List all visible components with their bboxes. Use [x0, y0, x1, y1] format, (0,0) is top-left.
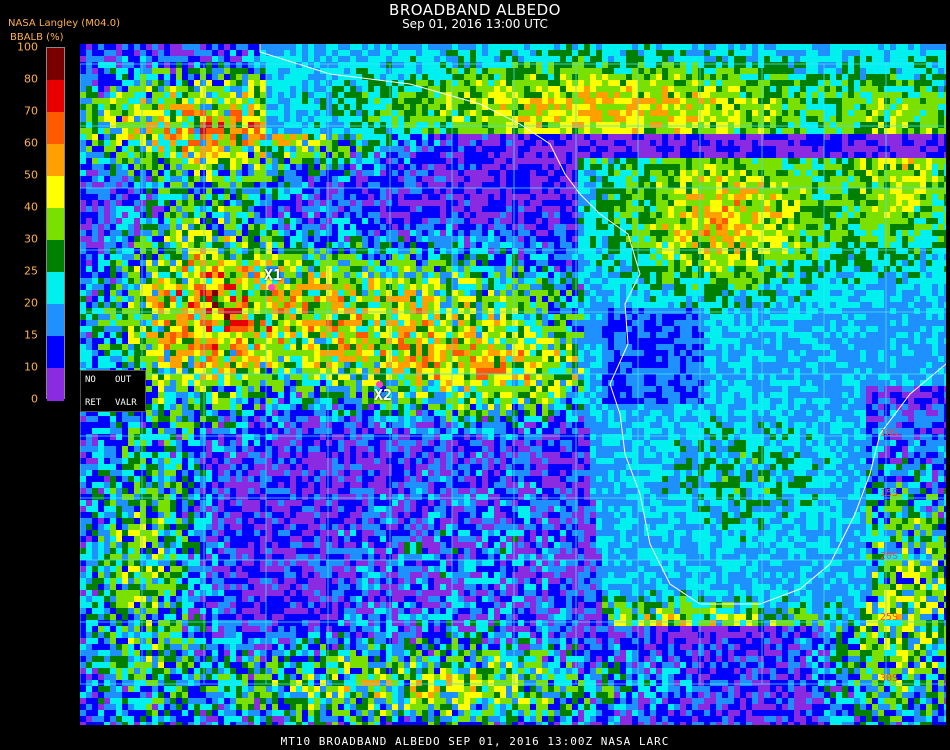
- marker-x2-label: X2: [374, 386, 393, 404]
- legend-color-50-60: [47, 144, 64, 177]
- lat-label-20S: 20S: [880, 551, 898, 562]
- marker-x1-label: X1: [264, 266, 283, 284]
- lat-label-30S: 30S: [880, 673, 898, 684]
- legend-tick-40: 40: [24, 200, 38, 214]
- legend-tick-10: 10: [24, 360, 38, 374]
- legend-tick-25: 25: [24, 264, 38, 278]
- footer-caption: MT10 BROADBAND ALBEDO SEP 01, 2016 13:00…: [280, 735, 670, 748]
- albedo-map: 10S 15S 20S 25S 30S: [80, 44, 946, 725]
- out-of-range-label-top: OUT: [115, 375, 132, 385]
- legend-tick-70: 70: [24, 104, 38, 118]
- data-source-label: NASA Langley (M04.0): [8, 18, 120, 29]
- lat-label-10S: 10S: [880, 428, 898, 439]
- no-data-legend: NO OUT RET VALR: [80, 370, 146, 412]
- lat-label-25S: 25S: [880, 612, 898, 623]
- legend-color-80-100: [47, 48, 64, 81]
- no-retrieval-label-bottom: RET: [85, 398, 102, 408]
- lat-label-15S: 15S: [880, 488, 898, 499]
- legend-color-70-80: [47, 80, 64, 113]
- legend-tick-50: 50: [24, 168, 38, 182]
- no-retrieval-label-top: NO: [85, 375, 96, 385]
- legend-tick-80: 80: [24, 72, 38, 86]
- legend-tick-0: 0: [31, 392, 38, 406]
- legend-color-10-15: [47, 336, 64, 369]
- legend-color-30-40: [47, 208, 64, 241]
- map-timestamp: Sep 01, 2016 13:00 UTC: [402, 17, 548, 31]
- legend-tick-30: 30: [24, 232, 38, 246]
- legend-color-15-20: [47, 304, 64, 337]
- legend-color-0-10: [47, 368, 64, 401]
- legend-tick-20: 20: [24, 296, 38, 310]
- legend-tick-100: 100: [17, 40, 38, 54]
- legend-color-60-70: [47, 112, 64, 145]
- legend-tick-60: 60: [24, 136, 38, 150]
- out-of-range-label-bottom: VALR: [115, 398, 137, 408]
- legend-color-40-50: [47, 176, 64, 209]
- color-legend-bar: [46, 47, 65, 401]
- marker-x1-dot: [268, 284, 275, 291]
- legend-tick-15: 15: [24, 328, 38, 342]
- legend-color-25-30: [47, 240, 64, 273]
- albedo-map-image: 10S 15S 20S 25S 30S: [80, 44, 946, 725]
- legend-color-20-25: [47, 272, 64, 305]
